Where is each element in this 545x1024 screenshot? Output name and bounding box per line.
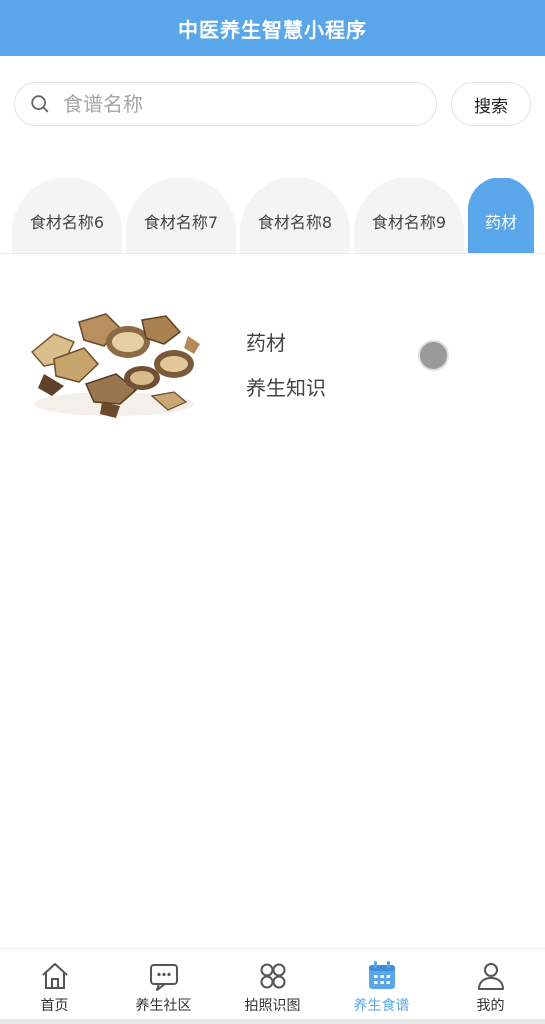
app-root: 中医养生智慧小程序 搜索 食材名称6 食材名称7 食材名称8 食材名称9 药材	[0, 0, 545, 1024]
nav-item-home[interactable]: 首页	[0, 959, 109, 1015]
nav-item-recipes[interactable]: 养生食谱	[327, 959, 436, 1015]
page-title: 中医养生智慧小程序	[178, 17, 367, 42]
app-header: 中医养生智慧小程序	[0, 0, 545, 56]
item-title: 药材	[246, 331, 286, 355]
search-icon	[31, 95, 49, 113]
nav-label: 养生食谱	[353, 997, 410, 1014]
user-icon	[477, 962, 504, 990]
chat-icon	[149, 963, 178, 991]
nav-label: 养生社区	[135, 997, 192, 1014]
calendar-icon	[368, 960, 395, 989]
search-button[interactable]: 搜索	[451, 82, 531, 126]
nav-item-community[interactable]: 养生社区	[109, 959, 218, 1015]
nav-item-mine[interactable]: 我的	[436, 959, 545, 1015]
list-item[interactable]: 药材 养生知识	[0, 254, 545, 424]
tab-category-active[interactable]: 药材	[468, 178, 534, 253]
home-icon	[41, 962, 68, 989]
search-box[interactable]	[14, 82, 437, 126]
herb-bark-image	[30, 313, 200, 418]
tab-category[interactable]: 食材名称8	[240, 178, 350, 253]
tab-category[interactable]: 食材名称7	[126, 178, 236, 253]
category-tabs: 食材名称6 食材名称7 食材名称8 食材名称9 药材	[0, 178, 545, 254]
item-subtitle: 养生知识	[246, 376, 326, 400]
item-text: 药材 养生知识	[246, 327, 326, 401]
tab-category[interactable]: 食材名称9	[354, 178, 464, 253]
tab-category[interactable]: 食材名称6	[12, 178, 122, 253]
nav-label: 我的	[476, 997, 505, 1014]
nav-item-photo-recognition[interactable]: 拍照识图	[218, 959, 327, 1015]
nav-label: 首页	[40, 997, 69, 1014]
touch-indicator-dot	[418, 340, 449, 371]
nav-label: 拍照识图	[244, 997, 301, 1014]
bottom-safe-area-bar	[0, 1019, 545, 1024]
bottom-nav: 首页 养生社区 拍照识图 养生食谱 我的	[0, 948, 545, 1024]
grid-icon	[260, 963, 285, 988]
search-input[interactable]	[61, 91, 436, 117]
search-row: 搜索	[0, 82, 545, 126]
